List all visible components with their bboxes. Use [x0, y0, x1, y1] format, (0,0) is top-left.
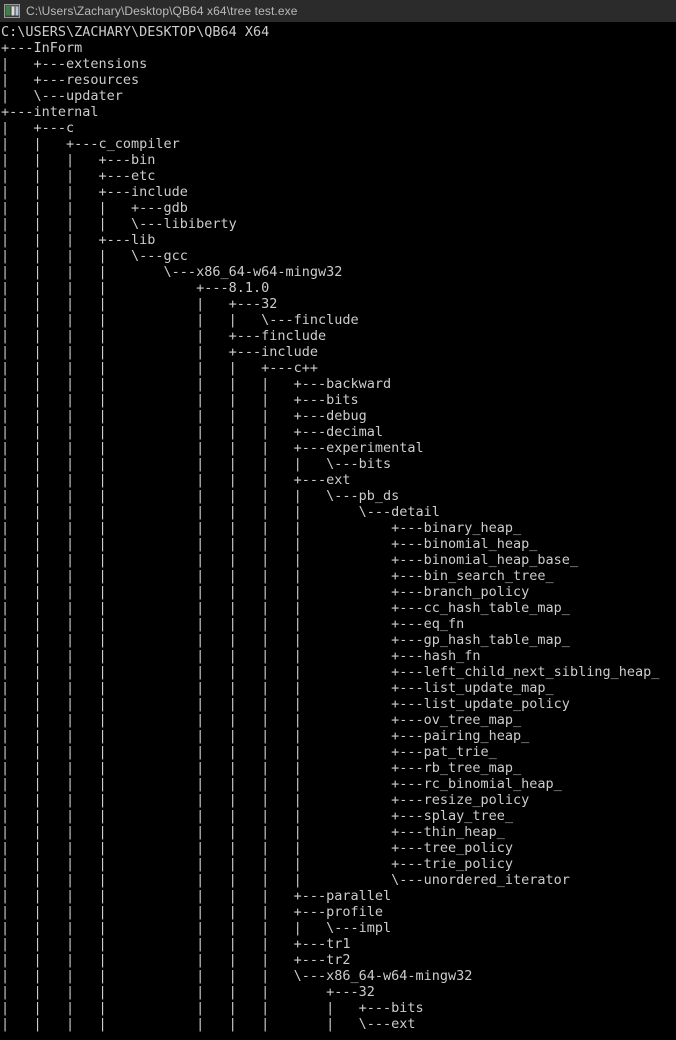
console-window-icon	[4, 4, 20, 18]
console-output-area[interactable]: C:\USERS\ZACHARY\DESKTOP\QB64 X64 +---In…	[0, 22, 676, 1040]
directory-tree-output: C:\USERS\ZACHARY\DESKTOP\QB64 X64 +---In…	[1, 24, 660, 1032]
console-window: C:\Users\Zachary\Desktop\QB64 x64\tree t…	[0, 0, 676, 1040]
window-title: C:\Users\Zachary\Desktop\QB64 x64\tree t…	[26, 4, 298, 18]
window-titlebar[interactable]: C:\Users\Zachary\Desktop\QB64 x64\tree t…	[0, 0, 676, 22]
